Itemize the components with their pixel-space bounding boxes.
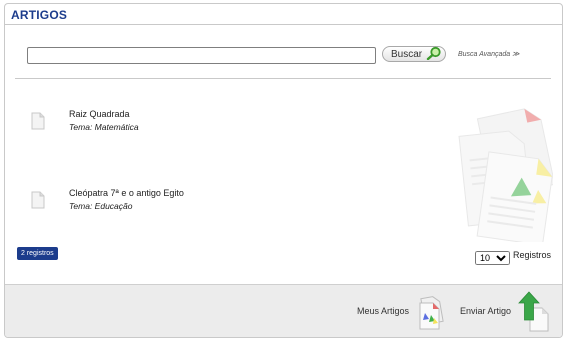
articles-panel: ARTIGOS Buscar Busca Avançada ≫ Raiz Qua… (4, 3, 563, 338)
my-articles-label: Meus Artigos (357, 306, 410, 316)
magnifier-icon (426, 46, 442, 63)
article-title[interactable]: Cleópatra 7ª e o antigo Egito (69, 188, 184, 198)
documents-illustration (458, 108, 553, 242)
send-article-label: Enviar Artigo (460, 306, 512, 316)
panel-header: ARTIGOS (5, 4, 562, 25)
my-articles-link[interactable]: Meus Artigos (357, 293, 447, 333)
advanced-search-link[interactable]: Busca Avançada ≫ (458, 50, 519, 58)
search-button-label: Buscar (391, 48, 423, 60)
page-title: ARTIGOS (11, 8, 68, 22)
article-theme: Tema: Educação (69, 201, 133, 211)
article-item[interactable]: Raiz Quadrada Tema: Matemática (29, 109, 279, 139)
article-item[interactable]: Cleópatra 7ª e o antigo Egito Tema: Educ… (29, 188, 279, 218)
search-button[interactable]: Buscar (382, 46, 446, 62)
document-icon (31, 112, 45, 130)
search-input[interactable] (27, 47, 376, 64)
search-bar: Buscar Busca Avançada ≫ (27, 46, 547, 65)
per-page-control: 10 Registros (475, 248, 551, 266)
article-theme: Tema: Matemática (69, 122, 139, 132)
article-title[interactable]: Raiz Quadrada (69, 109, 130, 119)
per-page-label: Registros (513, 250, 552, 260)
documents-icon (419, 296, 444, 330)
results-count-badge: 2 registros (17, 247, 58, 260)
footer-bar: Meus Artigos Enviar Artigo (5, 284, 562, 337)
document-icon (31, 191, 45, 209)
upload-arrow-icon (518, 291, 549, 332)
divider (15, 78, 551, 79)
send-article-link[interactable]: Enviar Artigo (460, 291, 560, 333)
per-page-select[interactable]: 10 (475, 251, 510, 265)
